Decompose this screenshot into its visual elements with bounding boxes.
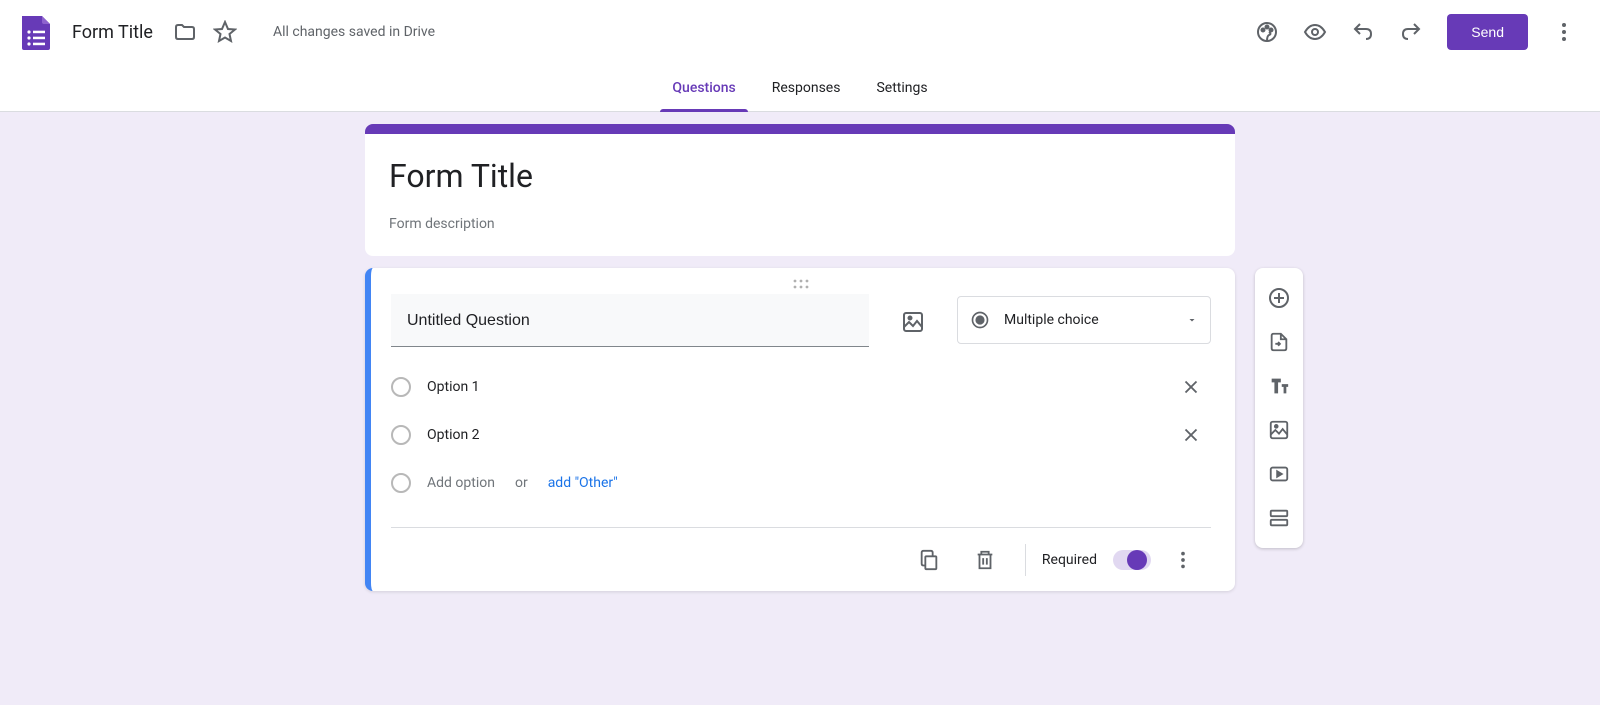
import-questions-icon[interactable] [1261, 324, 1297, 360]
question-type-label: Multiple choice [1004, 312, 1172, 328]
move-to-folder-icon[interactable] [165, 12, 205, 52]
divider [1025, 544, 1026, 576]
option-row: Option 1 [391, 363, 1211, 411]
header-actions: Send [1247, 12, 1584, 52]
question-title-field[interactable] [391, 294, 869, 347]
radio-icon [391, 425, 411, 445]
add-image-toolbar-icon[interactable] [1261, 412, 1297, 448]
delete-icon[interactable] [961, 536, 1009, 584]
option-text[interactable]: Option 2 [427, 427, 1155, 443]
duplicate-icon[interactable] [905, 536, 953, 584]
drag-handle-icon[interactable] [391, 274, 1211, 294]
form-name-input[interactable]: Form Title [72, 22, 153, 43]
add-other-button[interactable]: add "Other" [548, 475, 618, 491]
tabs-bar: Questions Responses Settings [0, 64, 1600, 112]
save-status: All changes saved in Drive [273, 24, 435, 40]
option-row: Option 2 [391, 411, 1211, 459]
add-title-icon[interactable] [1261, 368, 1297, 404]
redo-icon[interactable] [1391, 12, 1431, 52]
remove-option-icon[interactable] [1171, 367, 1211, 407]
tab-questions[interactable]: Questions [668, 64, 739, 112]
or-text: or [515, 475, 528, 491]
question-card[interactable]: Multiple choice Option 1 Option 2 Add op… [365, 268, 1235, 591]
question-more-icon[interactable] [1159, 536, 1207, 584]
question-title-input[interactable] [407, 312, 853, 330]
tab-settings[interactable]: Settings [872, 64, 931, 112]
star-icon[interactable] [205, 12, 245, 52]
side-toolbar [1255, 268, 1303, 548]
undo-icon[interactable] [1343, 12, 1383, 52]
add-image-icon[interactable] [889, 298, 937, 346]
add-section-icon[interactable] [1261, 500, 1297, 536]
app-header: Form Title All changes saved in Drive Se… [0, 0, 1600, 64]
remove-option-icon[interactable] [1171, 415, 1211, 455]
title-card[interactable]: Form Title Form description [365, 124, 1235, 256]
customize-theme-icon[interactable] [1247, 12, 1287, 52]
form-description[interactable]: Form description [389, 216, 1211, 232]
form-canvas: Form Title Form description Mult [0, 112, 1600, 705]
preview-icon[interactable] [1295, 12, 1335, 52]
question-footer: Required [391, 527, 1211, 591]
add-video-icon[interactable] [1261, 456, 1297, 492]
add-option-button[interactable]: Add option [427, 475, 495, 491]
required-toggle[interactable] [1113, 550, 1151, 570]
form-title[interactable]: Form Title [389, 156, 1211, 196]
question-type-select[interactable]: Multiple choice [957, 296, 1211, 344]
add-question-icon[interactable] [1261, 280, 1297, 316]
required-label: Required [1042, 552, 1097, 568]
add-option-row: Add option or add "Other" [391, 459, 1211, 507]
radio-icon [391, 377, 411, 397]
option-text[interactable]: Option 1 [427, 379, 1155, 395]
forms-logo[interactable] [16, 12, 56, 52]
radio-icon [391, 473, 411, 493]
more-icon[interactable] [1544, 12, 1584, 52]
chevron-down-icon [1186, 314, 1198, 326]
send-button[interactable]: Send [1447, 14, 1528, 50]
tab-responses[interactable]: Responses [768, 64, 845, 112]
